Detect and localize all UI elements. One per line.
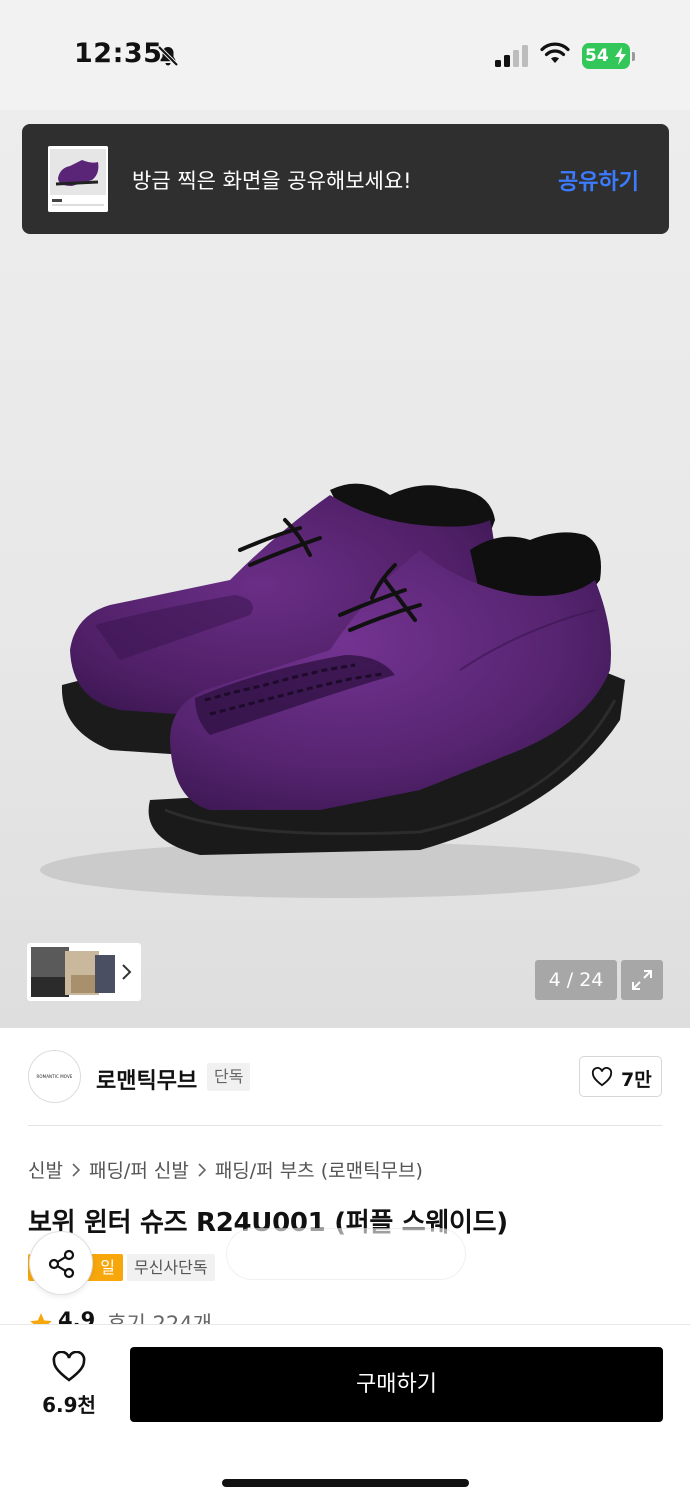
wishlist-count: 6.9천 [42, 1393, 96, 1417]
expand-icon [632, 970, 652, 990]
share-icon [48, 1249, 75, 1279]
breadcrumb: 신발 패딩/퍼 신발 패딩/퍼 부츠 (로맨틱무브) [28, 1156, 423, 1183]
toast-share-button[interactable]: 공유하기 [558, 164, 639, 196]
status-time: 12:35 [74, 38, 163, 69]
toast-message: 방금 찍은 화면을 공유해보세요! [132, 169, 412, 193]
thumbnail-images [31, 947, 115, 997]
chevron-right-icon [72, 1162, 80, 1177]
chevron-right-icon [198, 1162, 206, 1177]
screenshot-thumbnail[interactable] [48, 146, 108, 212]
share-button[interactable] [29, 1231, 93, 1295]
brand-like-count: 7만 [621, 1069, 652, 1091]
breadcrumb-item[interactable]: 패딩/퍼 신발 [89, 1156, 189, 1183]
heart-icon [591, 1067, 613, 1087]
brand-logo[interactable]: ROMANTIC MOVE [28, 1050, 81, 1103]
bottom-action-bar: 6.9천 구매하기 [0, 1324, 690, 1500]
chevron-right-icon [122, 964, 132, 980]
wifi-icon [540, 42, 570, 63]
brand-exclusive-badge: 단독 [207, 1063, 251, 1091]
wishlist-button[interactable]: 6.9천 [28, 1349, 110, 1419]
signal-icon [495, 45, 528, 67]
battery-level: 54 [585, 46, 609, 66]
heart-icon [52, 1351, 86, 1382]
product-photo [40, 483, 640, 898]
brand-like-button[interactable]: 7만 [579, 1056, 662, 1097]
expand-button[interactable] [621, 960, 663, 1000]
share-toast: 방금 찍은 화면을 공유해보세요! 공유하기 [22, 124, 669, 234]
image-counter: 4 / 24 [535, 960, 617, 1000]
home-indicator [222, 1479, 469, 1487]
bell-slash-icon [157, 45, 179, 67]
battery-icon: 54 [582, 43, 635, 69]
buy-button[interactable]: 구매하기 [130, 1347, 663, 1422]
thumbnail-strip[interactable] [27, 943, 141, 1001]
exclusive-tag: 무신사단독 [127, 1254, 215, 1281]
status-bar: 12:35 54 [0, 0, 690, 110]
brand-name[interactable]: 로맨틱무브 [96, 1063, 197, 1095]
breadcrumb-item[interactable]: 신발 [28, 1156, 63, 1183]
faded-overlay-pill [226, 1228, 466, 1280]
divider [28, 1125, 662, 1126]
breadcrumb-item[interactable]: 패딩/퍼 부츠 (로맨틱무브) [215, 1156, 423, 1183]
product-image[interactable] [0, 110, 690, 1028]
